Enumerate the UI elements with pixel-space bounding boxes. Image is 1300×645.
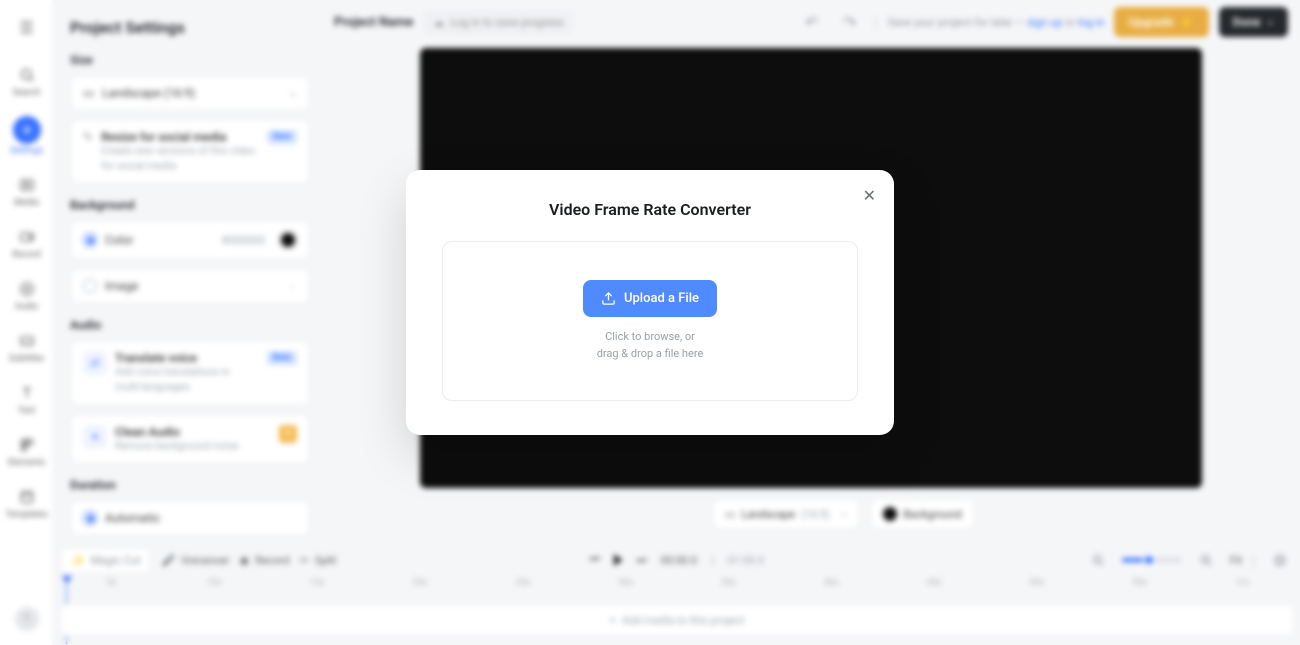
- close-button[interactable]: ✕: [863, 186, 876, 205]
- frame-rate-converter-modal: ✕ Video Frame Rate Converter Upload a Fi…: [406, 170, 894, 435]
- upload-file-button[interactable]: Upload a File: [583, 280, 717, 317]
- dropzone-hint: Click to browse, or drag & drop a file h…: [597, 329, 704, 362]
- upload-icon: [601, 291, 616, 306]
- upload-dropzone[interactable]: Upload a File Click to browse, or drag &…: [442, 241, 858, 401]
- modal-title: Video Frame Rate Converter: [442, 200, 858, 219]
